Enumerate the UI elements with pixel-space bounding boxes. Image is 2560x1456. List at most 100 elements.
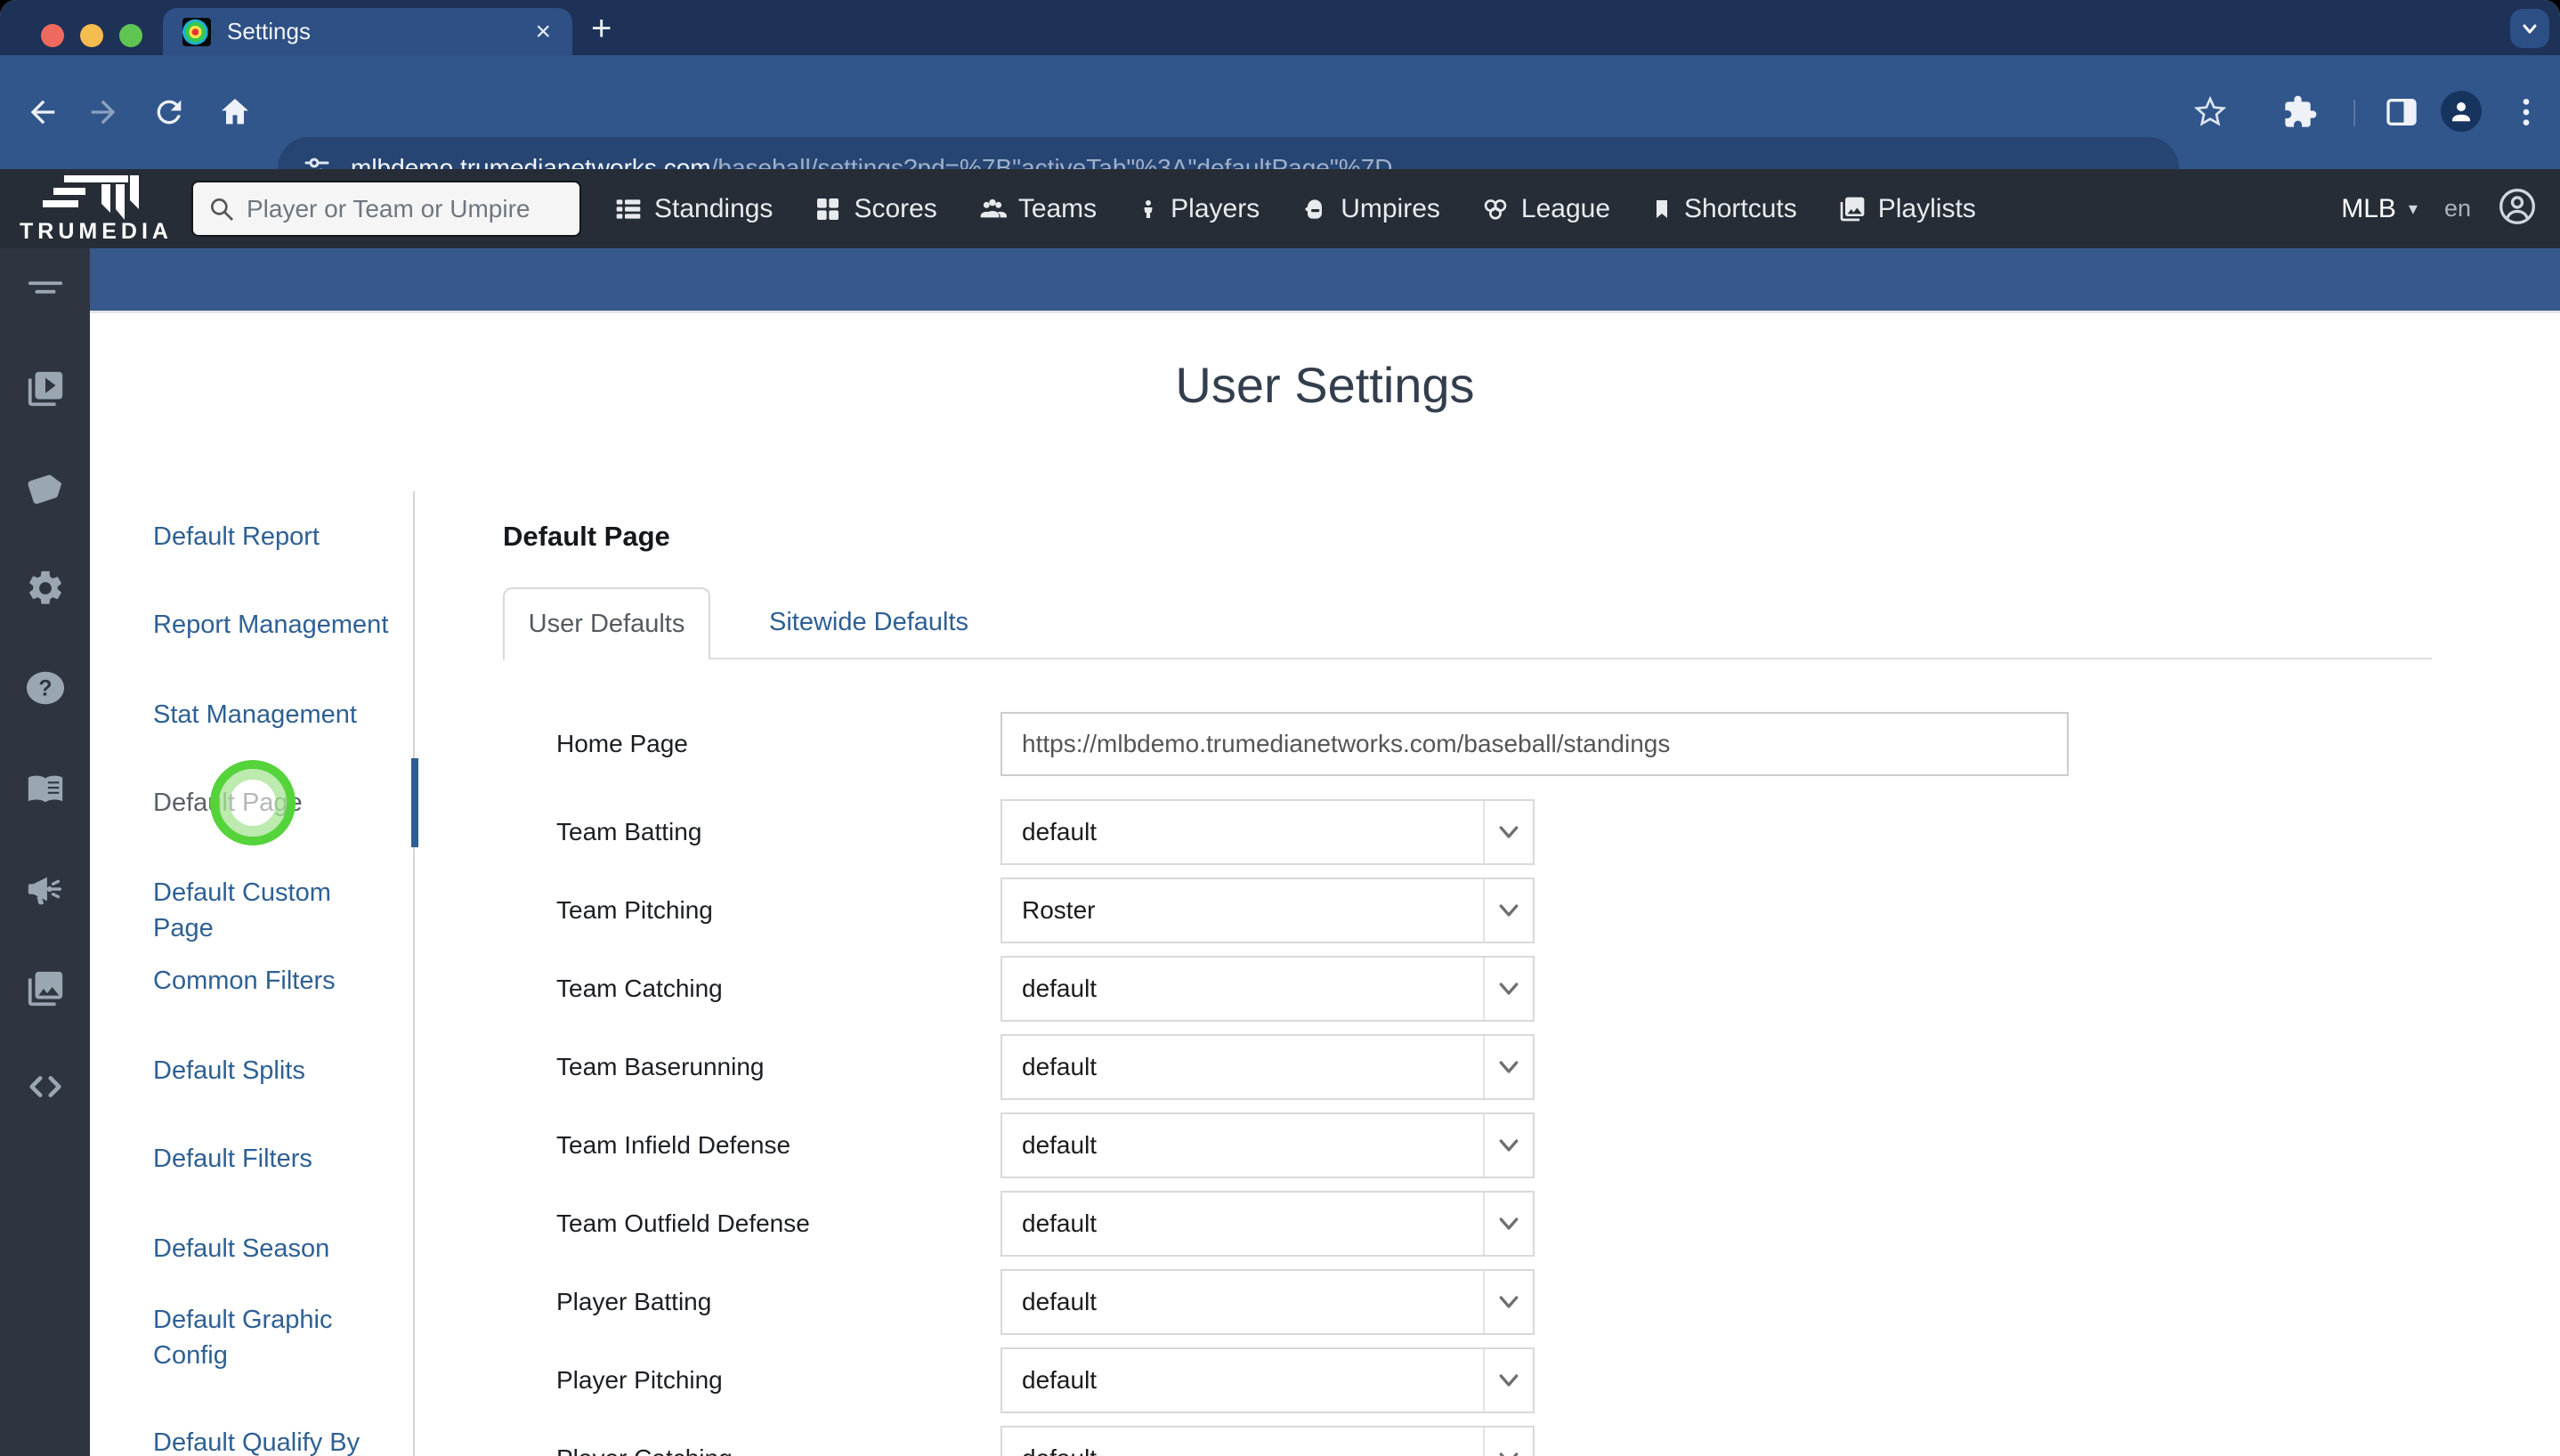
field-label: Player Batting — [556, 1288, 712, 1315]
player-pitching-select[interactable]: default — [1001, 1347, 1535, 1413]
gallery-icon[interactable] — [25, 968, 66, 1009]
bookmark-button[interactable] — [2192, 94, 2228, 134]
tab-search-button[interactable] — [2510, 9, 2549, 48]
player-catching-select[interactable]: default — [1001, 1426, 1535, 1456]
icon-strip: ? — [0, 248, 90, 1456]
star-icon — [2193, 95, 2227, 126]
nav-umpires[interactable]: Umpires — [1300, 194, 1440, 224]
sidebar-item-default-splits[interactable]: Default Splits — [153, 1053, 393, 1088]
sidebar-item-default-graphic-config[interactable]: Default Graphic Config — [153, 1302, 376, 1373]
team-pitching-select[interactable]: Roster — [1001, 878, 1535, 943]
sidebar-item-report-management[interactable]: Report Management — [153, 607, 393, 643]
puzzle-icon — [2285, 95, 2317, 127]
sidebar-item-default-filters[interactable]: Default Filters — [153, 1141, 393, 1177]
team-catching-select[interactable]: default — [1001, 956, 1535, 1022]
sidebar-item-default-custom-page[interactable]: Default Custom Page — [153, 875, 393, 946]
back-arrow-icon — [30, 100, 55, 125]
close-window-button[interactable] — [41, 24, 64, 47]
back-button[interactable] — [25, 94, 61, 130]
nav-label: Standings — [654, 193, 774, 223]
browser-window: Settings × + mlbdemo.trumedianetworks.co… — [0, 0, 2560, 1456]
chevron-down-icon — [1483, 1271, 1533, 1333]
nav-label: Playlists — [1877, 193, 1976, 223]
caret-down-icon: ▾ — [2408, 199, 2418, 219]
nav-label: Shortcuts — [1684, 193, 1797, 223]
field-label: Team Batting — [556, 818, 702, 845]
tab-user-defaults[interactable]: User Defaults — [503, 587, 710, 659]
side-panel-icon — [2386, 99, 2417, 125]
zoom-window-button[interactable] — [119, 24, 142, 47]
content-area: User Settings Default Report Report Mana… — [90, 313, 2560, 1456]
home-page-input[interactable] — [1001, 712, 2069, 776]
chevron-down-icon — [1483, 958, 1533, 1020]
search-icon — [211, 198, 233, 221]
sidebar-item-default-season[interactable]: Default Season — [153, 1231, 393, 1266]
nav-scores[interactable]: Scores — [814, 194, 937, 224]
select-value: default — [1022, 1131, 1098, 1159]
tab-favicon — [182, 17, 211, 46]
home-button[interactable] — [217, 94, 253, 130]
main-nav: Standings Scores Teams Players Umpires L… — [614, 169, 1976, 248]
select-value: default — [1022, 1053, 1098, 1080]
nav-league[interactable]: League — [1481, 194, 1610, 224]
league-value: MLB — [2341, 193, 2396, 223]
help-icon[interactable]: ? — [25, 667, 66, 708]
nav-playlists[interactable]: Playlists — [1838, 194, 1976, 224]
shortcuts-icon — [1657, 199, 1668, 218]
sidebar-item-common-filters[interactable]: Common Filters — [153, 963, 393, 999]
league-selector[interactable]: MLB ▾ — [2341, 194, 2418, 224]
tag-icon[interactable] — [25, 468, 66, 509]
nav-label: Teams — [1017, 193, 1098, 223]
megaphone-icon[interactable] — [25, 869, 66, 910]
code-icon[interactable] — [25, 1066, 66, 1107]
sidebar-item-stat-management[interactable]: Stat Management — [153, 697, 393, 732]
minimize-window-button[interactable] — [80, 24, 103, 47]
browser-menu-button[interactable] — [2508, 94, 2544, 134]
user-profile-button[interactable] — [2498, 187, 2537, 231]
select-value: Roster — [1022, 896, 1096, 924]
chevron-down-icon — [1483, 879, 1533, 942]
browser-tab[interactable]: Settings × — [163, 8, 572, 55]
trumedia-logo[interactable]: TRUMEDIA — [7, 169, 185, 248]
locale-selector[interactable]: en — [2444, 195, 2471, 222]
league-icon — [1484, 198, 1507, 220]
field-label: Home Page — [556, 730, 688, 757]
account-circle-icon — [2499, 189, 2535, 224]
nav-teams[interactable]: Teams — [978, 194, 1097, 224]
player-batting-select[interactable]: default — [1001, 1269, 1535, 1335]
forward-button[interactable] — [85, 94, 121, 130]
book-icon[interactable] — [25, 769, 66, 810]
chevron-down-icon — [1483, 1036, 1533, 1098]
sidebar-item-default-qualify-by[interactable]: Default Qualify By — [153, 1425, 393, 1456]
field-label: Player Catching — [556, 1426, 733, 1456]
svg-text:?: ? — [38, 676, 52, 701]
extensions-button[interactable] — [2282, 94, 2318, 134]
toolbar-divider — [2353, 100, 2355, 126]
tab-close-icon[interactable]: × — [535, 18, 551, 45]
nav-standings[interactable]: Standings — [614, 194, 773, 224]
video-library-icon[interactable] — [25, 368, 66, 409]
section-heading: Default Page — [503, 521, 670, 552]
browser-profile-button[interactable] — [2441, 91, 2482, 132]
global-search[interactable] — [191, 181, 581, 237]
team-outfield-defense-select[interactable]: default — [1001, 1191, 1535, 1257]
gear-icon[interactable] — [25, 568, 66, 609]
nav-players[interactable]: Players — [1138, 194, 1260, 224]
team-baserunning-select[interactable]: default — [1001, 1034, 1535, 1100]
side-panel-button[interactable] — [2384, 94, 2419, 134]
tab-sitewide-defaults[interactable]: Sitewide Defaults — [742, 587, 995, 658]
filter-icon[interactable] — [25, 268, 66, 309]
sidebar-item-default-report[interactable]: Default Report — [153, 519, 393, 554]
search-input[interactable] — [247, 194, 567, 223]
playlists-icon — [1840, 197, 1865, 221]
team-batting-select[interactable]: default — [1001, 799, 1535, 865]
nav-shortcuts[interactable]: Shortcuts — [1651, 194, 1797, 224]
reload-button[interactable] — [151, 94, 187, 130]
select-value: default — [1002, 1444, 1483, 1456]
standings-icon — [616, 198, 641, 219]
page-title: User Settings — [1175, 357, 1475, 413]
select-value: default — [1022, 818, 1098, 845]
new-tab-button[interactable]: + — [591, 9, 612, 49]
team-infield-defense-select[interactable]: default — [1001, 1112, 1535, 1178]
chevron-down-icon — [1483, 1349, 1533, 1412]
